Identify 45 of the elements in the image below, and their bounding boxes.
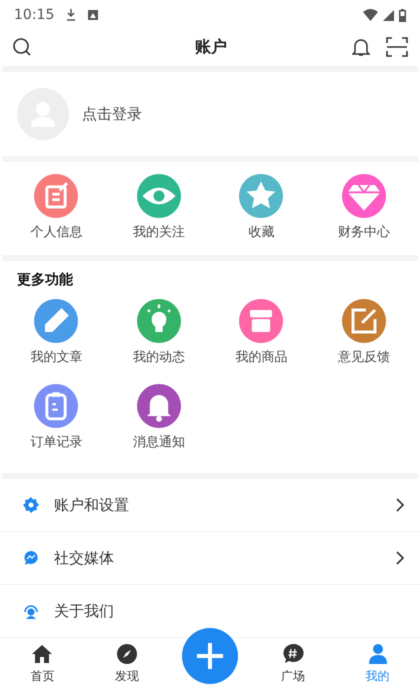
menu-label: 账户和设置 (54, 496, 130, 514)
tile-label: 意见反馈 (338, 349, 390, 366)
tile-label: 我的文章 (30, 349, 82, 366)
pencil-icon[interactable] (34, 299, 78, 343)
menu-label: 社交媒体 (54, 548, 115, 568)
add-button[interactable] (182, 628, 238, 684)
search-icon[interactable] (12, 37, 32, 57)
shop-icon[interactable] (239, 299, 284, 343)
login-link[interactable]: 点击登录 (82, 104, 142, 124)
lightbulb-icon[interactable] (136, 299, 181, 343)
eye-icon[interactable] (136, 174, 181, 218)
nav-tab[interactable]: 发现 (97, 642, 158, 685)
note-icon[interactable] (34, 174, 78, 218)
tile-label: 订单记录 (30, 434, 82, 451)
page-title: 账户 (194, 36, 228, 58)
edit-icon[interactable] (342, 299, 386, 343)
chat-bubble-icon (22, 549, 40, 567)
menu-label: 关于我们 (54, 602, 115, 620)
hashtag-bubble-icon (280, 642, 305, 666)
tile-label: 个人信息 (30, 224, 82, 241)
clipboard-icon[interactable] (34, 384, 78, 428)
battery-icon (399, 8, 406, 22)
compass-icon (115, 642, 140, 666)
gear-icon (22, 496, 40, 514)
headset-icon (22, 602, 40, 620)
wifi-icon (363, 9, 378, 21)
section-title: 更多功能 (16, 271, 74, 289)
tile-label: 收藏 (248, 224, 274, 241)
home-icon (30, 642, 54, 666)
scan-icon[interactable] (386, 37, 408, 57)
tile-label: 财务中心 (338, 224, 390, 241)
nav-tab[interactable]: 首页 (12, 642, 72, 685)
nav-tab[interactable]: 广场 (262, 642, 323, 685)
tile-label: 我的关注 (132, 224, 185, 241)
image-icon (88, 10, 98, 20)
signal-icon (383, 10, 394, 20)
tile-label: 我的商品 (235, 349, 288, 366)
menu-row[interactable]: 社交媒体 (0, 532, 420, 585)
nav-tab[interactable]: 我的 (348, 642, 408, 685)
bell-icon[interactable] (352, 37, 370, 57)
status-time: 10:15 (14, 7, 54, 23)
download-icon (66, 9, 76, 21)
tile-label: 我的动态 (132, 349, 185, 366)
tile-label: 消息通知 (132, 434, 185, 451)
menu-row[interactable]: 账户和设置 (0, 479, 420, 532)
